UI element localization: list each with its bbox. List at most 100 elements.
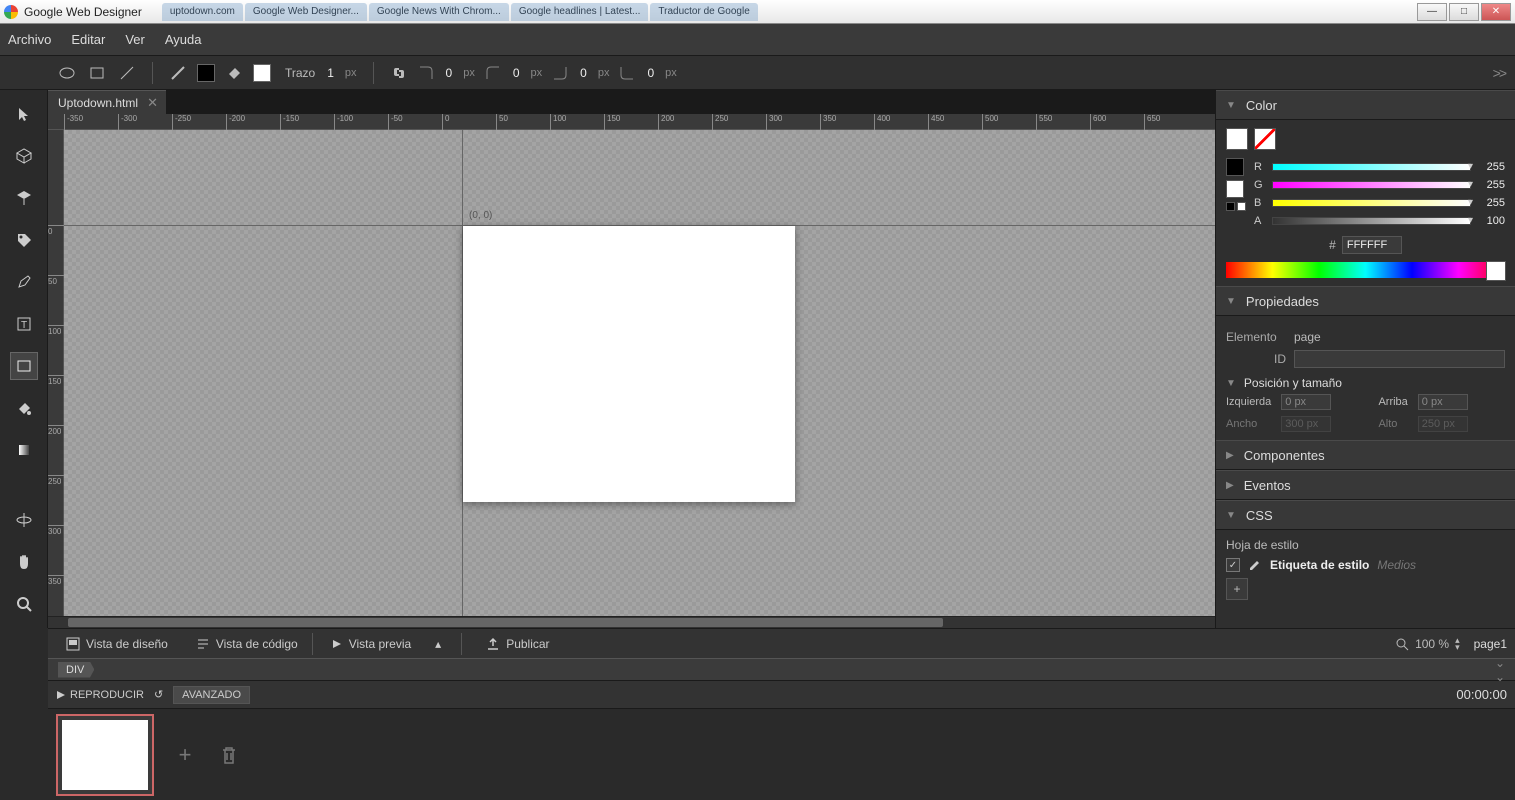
left-input[interactable] <box>1281 394 1331 410</box>
fill-bucket-icon[interactable] <box>225 64 243 82</box>
r-value[interactable]: 255 <box>1477 161 1505 173</box>
zoom-tool-icon[interactable] <box>10 590 38 618</box>
corner-tr-value[interactable]: 0 <box>513 66 520 80</box>
ruler-vertical[interactable]: 050100150200250300350400450 <box>48 130 64 616</box>
page-canvas[interactable] <box>463 226 795 502</box>
a-slider[interactable]: ▾ <box>1272 217 1471 225</box>
publish-button[interactable]: Publicar <box>476 633 559 655</box>
play-button[interactable]: REPRODUCIR <box>56 689 144 701</box>
breadcrumb-item[interactable]: DIV <box>58 662 94 678</box>
code-view-button[interactable]: Vista de código <box>186 633 313 655</box>
preview-button[interactable]: Vista previa <box>321 633 421 655</box>
current-page[interactable]: page1 <box>1474 637 1507 651</box>
hand-tool-icon[interactable] <box>10 548 38 576</box>
tool-column: T <box>0 90 48 628</box>
panel-properties-header[interactable]: ▼Propiedades <box>1216 286 1515 316</box>
oval-shape-icon[interactable] <box>58 64 76 82</box>
corner-br-value[interactable]: 0 <box>647 66 654 80</box>
3d-translate-tool-icon[interactable] <box>10 184 38 212</box>
g-value[interactable]: 255 <box>1477 179 1505 191</box>
line-shape-icon[interactable] <box>118 64 136 82</box>
width-input[interactable] <box>1281 416 1331 432</box>
id-input[interactable] <box>1294 350 1505 368</box>
add-frame-button[interactable]: + <box>172 742 198 768</box>
3d-stage-tool-icon[interactable] <box>10 506 38 534</box>
b-value[interactable]: 255 <box>1477 197 1505 209</box>
browser-tab[interactable]: Google News With Chrom... <box>369 3 509 21</box>
corner-bl-value[interactable]: 0 <box>580 66 587 80</box>
rect-shape-icon[interactable] <box>88 64 106 82</box>
pen-tool-icon[interactable] <box>10 268 38 296</box>
swap-icon[interactable] <box>1226 202 1235 211</box>
panel-css-header[interactable]: ▼CSS <box>1216 500 1515 530</box>
loop-button[interactable]: ↺ <box>154 688 163 701</box>
zoom-icon[interactable] <box>1395 637 1409 651</box>
browser-tab[interactable]: Google Web Designer... <box>245 3 367 21</box>
menu-help[interactable]: Ayuda <box>165 32 202 47</box>
advanced-toggle[interactable]: AVANZADO <box>173 686 250 704</box>
scrollbar-h[interactable] <box>48 616 1215 628</box>
label: Vista de diseño <box>86 637 168 651</box>
menu-edit[interactable]: Editar <box>71 32 105 47</box>
gradient-tool-icon[interactable] <box>10 436 38 464</box>
doc-tab-close-icon[interactable]: ✕ <box>147 95 158 111</box>
menu-view[interactable]: Ver <box>125 32 145 47</box>
hue-bar[interactable] <box>1226 262 1505 278</box>
hex-input[interactable] <box>1342 236 1402 254</box>
fill-mini-swatch[interactable] <box>1226 180 1244 198</box>
panel-color-header[interactable]: ▼Color <box>1216 90 1515 120</box>
stroke-value[interactable]: 1 <box>327 66 334 80</box>
stroke-color-swatch[interactable] <box>197 64 215 82</box>
rectangle-tool-icon[interactable] <box>10 352 38 380</box>
px-unit: px <box>531 67 543 79</box>
3d-rotate-tool-icon[interactable] <box>10 142 38 170</box>
expand-options-icon[interactable]: >> <box>1493 65 1505 81</box>
browser-tab[interactable]: Traductor de Google <box>650 3 757 21</box>
tag-tool-icon[interactable] <box>10 226 38 254</box>
stroke-mini-swatch[interactable] <box>1226 158 1244 176</box>
selection-tool-icon[interactable] <box>10 100 38 128</box>
panel-events-header[interactable]: ▶Eventos <box>1216 470 1515 500</box>
top-input[interactable] <box>1418 394 1468 410</box>
menu-file[interactable]: Archivo <box>8 32 51 47</box>
ruler-tick: 0 <box>48 225 64 236</box>
scrollbar-thumb[interactable] <box>68 618 943 627</box>
corner-tl-value[interactable]: 0 <box>446 66 453 80</box>
delete-frame-button[interactable] <box>216 742 242 768</box>
breadcrumb-collapse-icon[interactable]: ⌄⌄ <box>1495 656 1505 684</box>
fill-tool-icon[interactable] <box>10 394 38 422</box>
ruler-tick: -350 <box>64 114 83 130</box>
swap-icon[interactable] <box>1237 202 1246 211</box>
css-checkbox[interactable]: ✓ <box>1226 558 1240 572</box>
link-corners-icon[interactable] <box>390 64 408 82</box>
text-tool-icon[interactable]: T <box>10 310 38 338</box>
a-value[interactable]: 100 <box>1477 215 1505 227</box>
browser-tab[interactable]: Google headlines | Latest... <box>511 3 649 21</box>
color-swatch-none[interactable] <box>1254 128 1276 150</box>
g-slider[interactable]: ▾ <box>1272 181 1471 189</box>
edit-icon[interactable] <box>1248 558 1262 572</box>
color-swatch-fg[interactable] <box>1226 128 1248 150</box>
panel-color-body: R▾255 G▾255 B▾255 A▾100 # <box>1216 120 1515 286</box>
zoom-stepper-icon[interactable]: ▴▾ <box>1455 637 1460 651</box>
design-view-button[interactable]: Vista de diseño <box>56 633 178 655</box>
minimize-button[interactable]: — <box>1417 3 1447 21</box>
panel-components-header[interactable]: ▶Componentes <box>1216 440 1515 470</box>
keyframe-thumbnail[interactable] <box>56 714 154 796</box>
maximize-button[interactable]: □ <box>1449 3 1479 21</box>
close-button[interactable]: ✕ <box>1481 3 1511 21</box>
doc-tab[interactable]: Uptodown.html ✕ <box>48 90 166 114</box>
browser-tab[interactable]: uptodown.com <box>162 3 243 21</box>
stroke-style-icon[interactable] <box>169 64 187 82</box>
add-css-button[interactable]: + <box>1226 578 1248 600</box>
ruler-tick: 500 <box>982 114 998 130</box>
preview-dropdown-icon[interactable]: ▴ <box>429 633 447 655</box>
r-slider[interactable]: ▾ <box>1272 163 1471 171</box>
canvas-stage[interactable]: (0, 0) <box>64 130 1215 616</box>
b-slider[interactable]: ▾ <box>1272 199 1471 207</box>
zoom-value[interactable]: 100 % <box>1415 637 1449 651</box>
fill-color-swatch[interactable] <box>253 64 271 82</box>
ruler-horizontal[interactable]: -350-300-250-200-150-100-500501001502002… <box>48 114 1215 130</box>
height-input[interactable] <box>1418 416 1468 432</box>
ruler-tick: 100 <box>550 114 566 130</box>
